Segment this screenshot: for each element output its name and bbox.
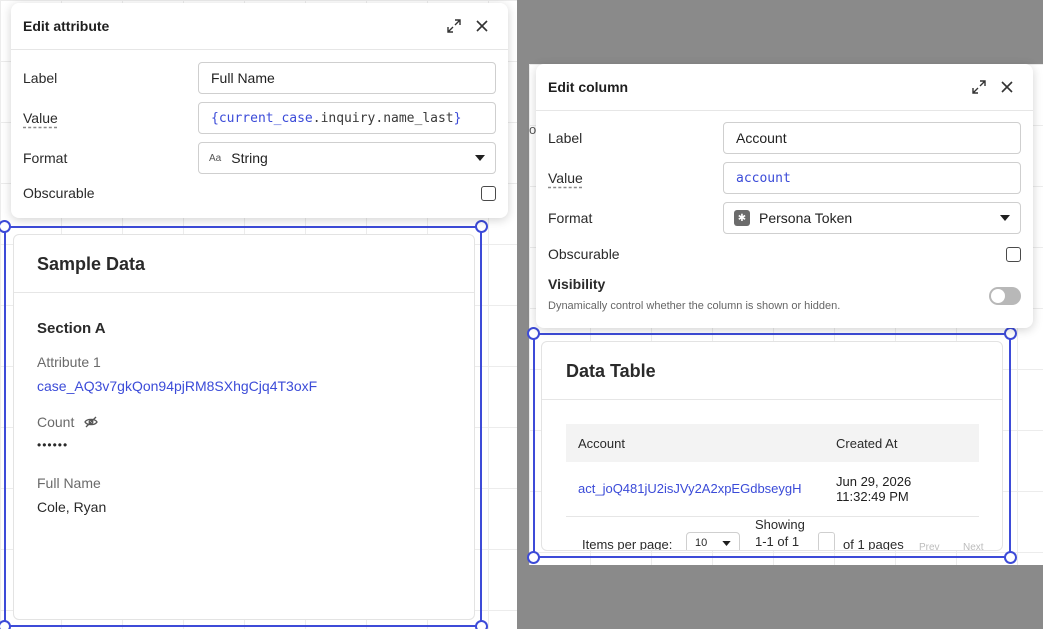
visibility-text: Visibility Dynamically control whether t… — [548, 276, 840, 312]
panel-title: Edit attribute — [23, 18, 110, 34]
resize-handle-bottom-left[interactable] — [0, 620, 11, 629]
resize-handle-bottom-left[interactable] — [527, 551, 540, 564]
resize-handle-top-right[interactable] — [1004, 327, 1017, 340]
label-row: Label Full Name — [23, 62, 496, 94]
format-select[interactable]: Aa String — [198, 142, 496, 174]
edit-attribute-panel[interactable]: Edit attribute Label Full Name Value {cu… — [11, 3, 508, 218]
obscurable-checkbox[interactable] — [481, 185, 496, 201]
selection-frame-left[interactable] — [4, 226, 482, 627]
visibility-label: Visibility — [548, 276, 606, 292]
value-row: Value account — [548, 162, 1021, 194]
label-input[interactable]: Full Name — [198, 62, 496, 94]
label-input[interactable]: Account — [723, 122, 1021, 154]
panel-header: Edit attribute — [11, 3, 508, 50]
text-type-icon: Aa — [209, 152, 222, 164]
expression-dot: . — [312, 110, 321, 126]
value-row: Value {current_case. inquiry.name_last} — [23, 102, 496, 134]
format-field-label: Format — [548, 210, 593, 226]
expression-close: } — [453, 110, 462, 126]
token-icon: ✱ — [734, 210, 750, 226]
obscurable-label: Obscurable — [548, 246, 620, 262]
value-expression-input[interactable]: {current_case. inquiry.name_last} — [198, 102, 496, 134]
value-field-label: Value — [23, 110, 58, 126]
obscurable-checkbox[interactable] — [1006, 246, 1021, 262]
label-row: Label Account — [548, 122, 1021, 154]
resize-handle-top-right[interactable] — [475, 220, 488, 233]
obscurable-row: Obscurable — [548, 246, 1021, 262]
resize-handle-bottom-right[interactable] — [1004, 551, 1017, 564]
format-select[interactable]: ✱ Persona Token — [723, 202, 1021, 234]
resize-handle-bottom-right[interactable] — [475, 620, 488, 629]
visibility-description: Dynamically control whether the column i… — [548, 300, 841, 312]
chevron-down-icon — [475, 155, 485, 161]
format-selected-value: Persona Token — [759, 210, 853, 226]
format-selected-value: String — [231, 150, 268, 166]
expression-path: inquiry.name_last — [320, 110, 454, 126]
expand-icon[interactable] — [965, 73, 993, 101]
label-field-label: Label — [23, 70, 58, 86]
selection-frame-right[interactable] — [533, 333, 1011, 558]
visibility-toggle[interactable] — [989, 287, 1021, 305]
close-icon[interactable] — [468, 12, 496, 40]
value-expression-input[interactable]: account — [723, 162, 1021, 194]
edit-column-panel[interactable]: Edit column Label Account Value account … — [536, 64, 1033, 328]
format-field-label: Format — [23, 150, 68, 166]
value-field-label: Value — [548, 170, 583, 186]
label-field-label: Label — [548, 130, 583, 146]
close-icon[interactable] — [993, 73, 1021, 101]
format-row: Format ✱ Persona Token — [548, 202, 1021, 234]
panel-header: Edit column — [536, 64, 1033, 111]
expand-icon[interactable] — [440, 12, 468, 40]
obscurable-label: Obscurable — [23, 185, 95, 201]
obscurable-row: Obscurable — [23, 185, 496, 201]
panel-title: Edit column — [548, 79, 629, 95]
chevron-down-icon — [1000, 215, 1010, 221]
format-row: Format Aa String — [23, 142, 496, 174]
visibility-row: Visibility Dynamically control whether t… — [548, 276, 1021, 312]
expression-token: {current_case — [211, 110, 313, 126]
resize-handle-top-left[interactable] — [527, 327, 540, 340]
